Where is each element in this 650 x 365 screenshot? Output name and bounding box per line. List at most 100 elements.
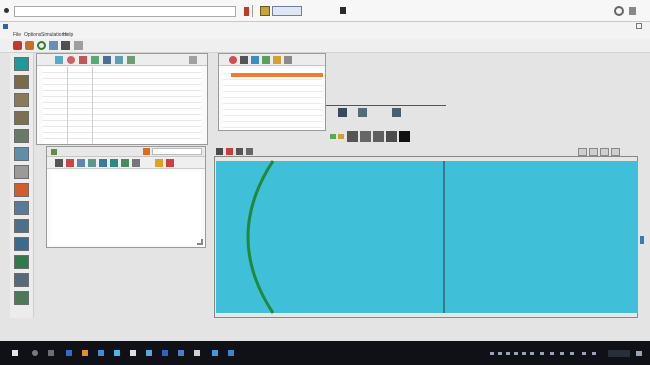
- loss-alert-icon[interactable]: [155, 159, 163, 167]
- loss-table-icon[interactable]: [121, 159, 129, 167]
- drawing-canvas[interactable]: [214, 156, 638, 318]
- valve-tool-icon[interactable]: [14, 111, 29, 125]
- fan-tool-icon[interactable]: [14, 165, 29, 179]
- book-icon[interactable]: [74, 41, 83, 50]
- project-icon[interactable]: [260, 6, 270, 16]
- tray-icon[interactable]: [506, 352, 510, 355]
- pointer-icon[interactable]: [216, 148, 223, 155]
- taskbar-app-icon[interactable]: [130, 350, 136, 356]
- pin-icon[interactable]: [244, 7, 249, 16]
- results-chart-icon[interactable]: [262, 56, 270, 64]
- taskbar-app-icon[interactable]: [146, 350, 152, 356]
- tray-icon[interactable]: [530, 352, 534, 355]
- new-icon[interactable]: [13, 41, 22, 50]
- taskbar-app-icon[interactable]: [98, 350, 104, 356]
- insert-row-icon[interactable]: [91, 56, 99, 64]
- export-icon[interactable]: [127, 56, 135, 64]
- results-edit-icon[interactable]: [240, 56, 248, 64]
- results-table-icon[interactable]: [251, 56, 259, 64]
- resize-grip-icon[interactable]: [197, 239, 203, 245]
- weather-tool-icon[interactable]: [14, 273, 29, 287]
- sensor-tool-icon[interactable]: [14, 219, 29, 233]
- cut-icon[interactable]: [55, 56, 63, 64]
- edge-tab-icon[interactable]: [640, 236, 644, 244]
- taskbar-app-icon[interactable]: [228, 350, 234, 356]
- filter-icon[interactable]: [49, 41, 58, 50]
- tray-icon[interactable]: [498, 352, 502, 355]
- menu-options[interactable]: Options: [24, 32, 41, 38]
- mode-toggle-icon[interactable]: [330, 134, 336, 139]
- zoom-icon[interactable]: [226, 148, 233, 155]
- schedule-tool-icon[interactable]: [14, 255, 29, 269]
- save-icon[interactable]: [272, 6, 302, 16]
- loss-stop-icon[interactable]: [166, 159, 174, 167]
- fit-icon[interactable]: [246, 148, 253, 155]
- swatch-button[interactable]: [373, 131, 384, 142]
- network-tool-icon[interactable]: [14, 291, 29, 305]
- taskbar-app-icon[interactable]: [178, 350, 184, 356]
- results-filter-icon[interactable]: [273, 56, 281, 64]
- notifications-icon[interactable]: [636, 351, 642, 356]
- loss-panel-search-input[interactable]: [152, 148, 202, 155]
- view-restore-icon[interactable]: [600, 148, 609, 156]
- loss-panel-close-icon[interactable]: [143, 148, 150, 155]
- volume-icon[interactable]: [582, 352, 586, 355]
- loss-add-icon[interactable]: [55, 159, 63, 167]
- schematic-node-icon[interactable]: [392, 108, 401, 117]
- pan-icon[interactable]: [236, 148, 243, 155]
- move-icon[interactable]: [115, 56, 123, 64]
- results-run-icon[interactable]: [229, 56, 237, 64]
- taskbar-app-icon[interactable]: [194, 350, 200, 356]
- duct-tool-icon[interactable]: [14, 75, 29, 89]
- swatch-button[interactable]: [386, 131, 397, 142]
- delete-row-icon[interactable]: [103, 56, 111, 64]
- open-icon[interactable]: [25, 41, 34, 50]
- loss-settings-icon[interactable]: [132, 159, 140, 167]
- paste-icon[interactable]: [67, 56, 75, 64]
- tray-icon[interactable]: [550, 352, 554, 355]
- taskbar-app-icon[interactable]: [212, 350, 218, 356]
- tray-icon[interactable]: [514, 352, 518, 355]
- taskbar-app-icon[interactable]: [66, 350, 72, 356]
- results-table[interactable]: [223, 68, 323, 130]
- grid-icon[interactable]: [61, 41, 70, 50]
- menu-help[interactable]: Help: [63, 32, 73, 38]
- schematic-node-icon[interactable]: [338, 108, 347, 117]
- view-close-icon[interactable]: [611, 148, 620, 156]
- taskbar-app-icon[interactable]: [114, 350, 120, 356]
- dropdown-icon[interactable]: [340, 7, 346, 14]
- taskbar-app-icon[interactable]: [82, 350, 88, 356]
- view-left-icon[interactable]: [578, 148, 587, 156]
- mode-toggle-icon[interactable]: [338, 134, 344, 139]
- coil-tool-icon[interactable]: [14, 93, 29, 107]
- help-icon[interactable]: [629, 7, 636, 15]
- heater-tool-icon[interactable]: [14, 183, 29, 197]
- copy-icon[interactable]: [79, 56, 87, 64]
- search-icon[interactable]: [32, 350, 38, 356]
- tank-tool-icon[interactable]: [14, 147, 29, 161]
- results-export-icon[interactable]: [284, 56, 292, 64]
- command-input[interactable]: [14, 6, 236, 17]
- clock[interactable]: [608, 350, 630, 357]
- schematic-node-icon[interactable]: [358, 108, 367, 117]
- loss-down-icon[interactable]: [88, 159, 96, 167]
- view-right-icon[interactable]: [589, 148, 598, 156]
- tray-icon[interactable]: [490, 352, 494, 355]
- loss-copy-icon[interactable]: [99, 159, 107, 167]
- refresh-icon[interactable]: [37, 41, 46, 50]
- pump-tool-icon[interactable]: [14, 129, 29, 143]
- close-window-icon[interactable]: [636, 23, 642, 29]
- controller-tool-icon[interactable]: [14, 237, 29, 251]
- taskview-icon[interactable]: [48, 350, 54, 356]
- results-selected-row[interactable]: [231, 73, 323, 77]
- chart-tool-icon[interactable]: [14, 201, 29, 215]
- pipe-tool-icon[interactable]: [14, 57, 29, 71]
- loss-table[interactable]: [51, 171, 201, 245]
- start-button-icon[interactable]: [12, 350, 18, 356]
- loss-chart-icon[interactable]: [110, 159, 118, 167]
- canvas-graphic[interactable]: [215, 157, 639, 319]
- loss-remove-icon[interactable]: [66, 159, 74, 167]
- settings-icon[interactable]: [614, 6, 624, 16]
- tray-icon[interactable]: [540, 352, 544, 355]
- swatch-button[interactable]: [347, 131, 358, 142]
